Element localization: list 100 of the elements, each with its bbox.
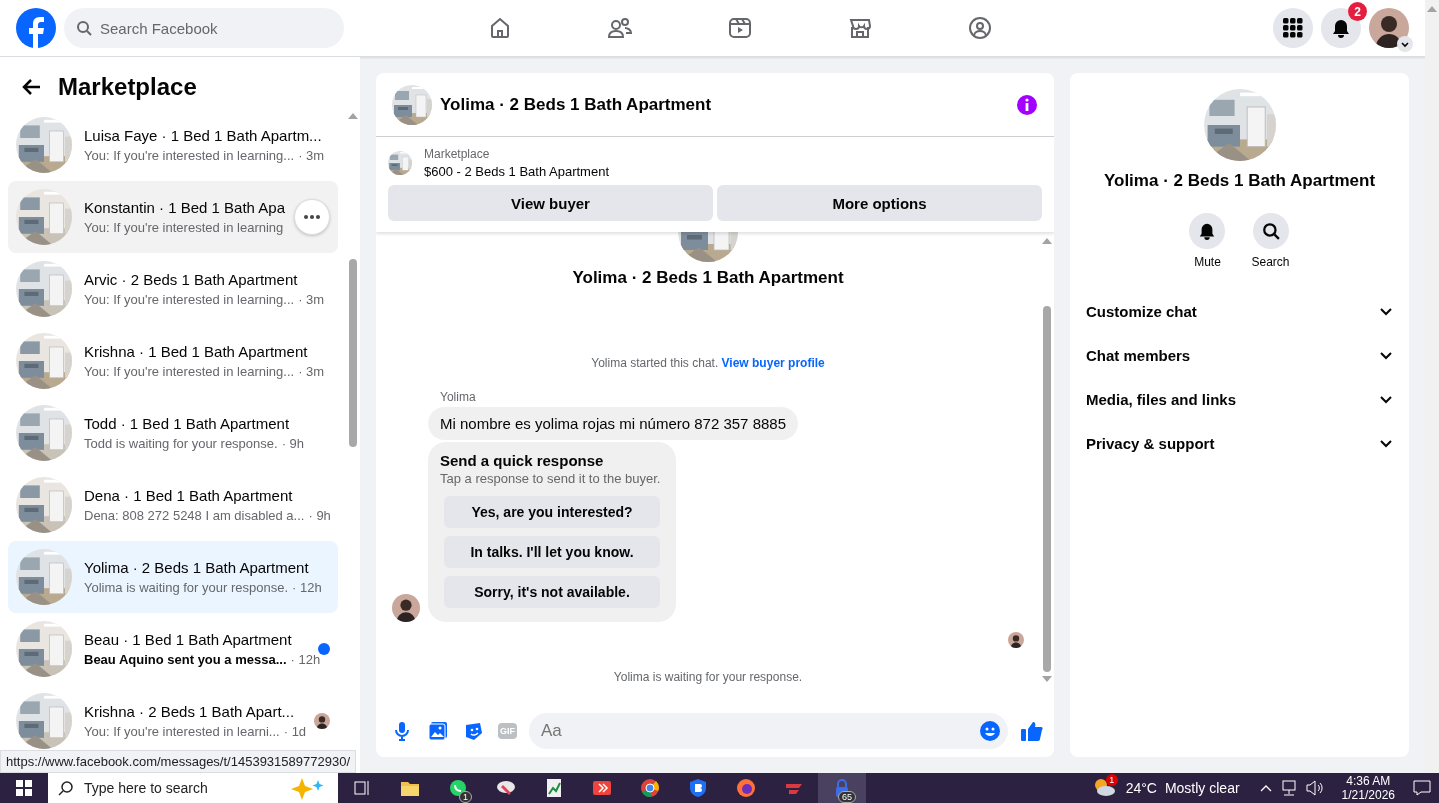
quick-reply-button[interactable]: Sorry, it's not available.	[444, 576, 660, 608]
quick-reply-button[interactable]: Yes, are you interested?	[444, 496, 660, 528]
info-icon[interactable]	[1016, 93, 1038, 116]
waiting-notice: Yolima is waiting for your response.	[612, 670, 804, 684]
page-title: Marketplace	[58, 73, 197, 101]
message-input[interactable]: Aa	[529, 713, 1008, 749]
image-icon[interactable]	[426, 719, 450, 743]
conversation-item[interactable]: Krishna · 1 Bed 1 Bath Apartment You: If you're interested in learning... · 3m	[8, 325, 338, 397]
avatar-icon	[1369, 8, 1409, 48]
sender-name: Yolima	[440, 390, 477, 404]
conversation-item[interactable]: Dena · 1 Bed 1 Bath Apartment Dena: 808 272 5248 I am disabled a... · 9h	[8, 469, 338, 541]
listing-name: $600 - 2 Beds 1 Bath Apartment	[424, 164, 609, 179]
conversation-item[interactable]: Arvic · 2 Beds 1 Bath Apartment You: If you're interested in learning... · 3m	[8, 253, 338, 325]
section-header[interactable]: Customize chat	[1078, 289, 1401, 333]
taskbar-app[interactable]: 1	[434, 773, 482, 803]
message-time: · 3m	[298, 364, 325, 379]
avatar-icon	[392, 594, 420, 622]
like-icon[interactable]	[1020, 719, 1044, 743]
conversation-name: Yolima · 2 Beds 1 Bath Apartment	[1103, 171, 1376, 191]
emoji-icon[interactable]	[980, 721, 1000, 741]
conversation-item[interactable]: Beau · 1 Bed 1 Bath Apartment Beau Aquino sent you a messa... · 12h	[8, 613, 338, 685]
message-time: · 1d	[283, 724, 307, 739]
message-time: · 12h	[290, 652, 321, 667]
search-icon	[1261, 222, 1280, 240]
section-header[interactable]: Privacy & support	[1078, 421, 1401, 465]
message-preview: You: If you're interested in learning...	[84, 292, 295, 307]
conversation-title: Arvic · 2 Beds 1 Bath Apartment	[84, 271, 299, 288]
message-preview: Beau Aquino sent you a messa...	[84, 652, 287, 667]
quick-response-hint: Tap a response to send it to the buyer.	[440, 471, 661, 486]
bell-icon	[1198, 222, 1217, 240]
message-time: · 9h	[281, 436, 305, 451]
quick-reply-button[interactable]: In talks. I'll let you know.	[444, 536, 660, 568]
clock-time: 4:36 AM	[1346, 774, 1391, 788]
weather-condition: Mostly clear	[1164, 780, 1240, 796]
unread-dot	[318, 643, 330, 655]
chat-title: Yolima · 2 Beds 1 Bath Apartment	[440, 94, 713, 115]
notifications-button[interactable]	[1321, 8, 1361, 48]
fox-icon	[736, 778, 756, 798]
buyer-profile-link[interactable]: View buyer profile	[721, 356, 825, 370]
remote-icon	[592, 778, 612, 798]
message-preview: Yolima is waiting for your response.	[84, 580, 288, 595]
message-preview: Dena: 808 272 5248 I am disabled a...	[84, 508, 305, 523]
chevron-icon[interactable]	[1397, 36, 1413, 52]
app-badge: 1	[459, 791, 472, 803]
conversation-item[interactable]: Konstantin · 1 Bed 1 Bath Apa You: If you're interested in learning	[8, 181, 338, 253]
message-preview: You: If you're interested in learning	[84, 220, 284, 235]
url-tooltip: https://www.facebook.com/messages/t/1453931589772930/	[0, 750, 356, 773]
scrollbar-thumb[interactable]	[1043, 306, 1051, 672]
conversation-item[interactable]: Luisa Faye · 1 Bed 1 Bath Apartm... You: If you're interested in learning... · 3m	[8, 109, 338, 181]
action-button[interactable]: More options	[717, 185, 1042, 221]
bell-icon	[1331, 18, 1351, 38]
taskbar-search[interactable]: Type here to search	[48, 773, 338, 803]
temperature: 24°C	[1125, 780, 1157, 796]
clock-date: 1/21/2026	[1341, 788, 1395, 802]
more-button[interactable]	[294, 199, 330, 235]
conversation-title: Todd · 1 Bed 1 Bath Apartment	[84, 415, 291, 432]
shield-icon	[688, 778, 708, 798]
avatar-icon	[314, 713, 330, 729]
conversation-title: Beau · 1 Bed 1 Bath Apartment	[84, 631, 293, 648]
message-time: · 12h	[292, 580, 322, 595]
conversation-title: Krishna · 2 Beds 1 Bath Apart...	[84, 703, 296, 720]
volume-icon[interactable]	[1305, 780, 1324, 796]
dots-icon	[304, 215, 320, 219]
avatar-icon	[1008, 632, 1024, 648]
weather-badge: 1	[1105, 774, 1118, 786]
chat-intro-title: Yolima · 2 Beds 1 Bath Apartment	[572, 268, 844, 288]
app-badge: 65	[838, 791, 856, 803]
chart-icon	[544, 778, 564, 798]
listing-label: Marketplace	[424, 147, 491, 161]
search-field[interactable]: Search Facebook	[64, 8, 344, 48]
conversation-title: Yolima · 2 Beds 1 Bath Apartment	[84, 559, 310, 576]
network-icon[interactable]	[1279, 780, 1298, 796]
section-header[interactable]: Media, files and links	[1078, 377, 1401, 421]
chat-icon	[448, 778, 468, 798]
menu-icon[interactable]	[1273, 8, 1313, 48]
chat-start-notice: Yolima started this chat. View buyer profile	[590, 356, 826, 370]
message-preview: You: If you're interested in learning...	[84, 148, 295, 163]
browser-icon	[640, 778, 660, 798]
message-time: · 9h	[308, 508, 331, 523]
conversation-title: Luisa Faye · 1 Bed 1 Bath Apartm...	[84, 127, 323, 144]
logo-icon[interactable]	[16, 8, 56, 48]
message-preview: You: If you're interested in learni...	[84, 724, 280, 739]
action-button[interactable]: View buyer	[388, 185, 713, 221]
notification-badge: 2	[1348, 2, 1367, 21]
conversation-title: Dena · 1 Bed 1 Bath Apartment	[84, 487, 294, 504]
scrollbar-thumb[interactable]	[349, 259, 357, 447]
message-preview: You: If you're interested in learning...	[84, 364, 295, 379]
notification-center-icon[interactable]	[1413, 780, 1431, 796]
taskbar-app[interactable]: 65	[818, 773, 866, 803]
message-time: · 3m	[298, 148, 325, 163]
conversation-title: Krishna · 1 Bed 1 Bath Apartment	[84, 343, 309, 360]
conversation-item[interactable]: Yolima · 2 Beds 1 Bath Apartment Yolima is waiting for your response. · 12h	[8, 541, 338, 613]
message-bubble: Mi nombre es yolima rojas mi número 872 357 8885	[428, 407, 798, 440]
section-header[interactable]: Chat members	[1078, 333, 1401, 377]
search-icon	[58, 780, 74, 796]
message-time: · 3m	[298, 292, 325, 307]
brush-icon	[496, 778, 516, 798]
caret-up-icon[interactable]	[1259, 784, 1272, 792]
message-preview: Todd is waiting for your response.	[84, 436, 278, 451]
conversation-item[interactable]: Todd · 1 Bed 1 Bath Apartment Todd is waiting for your response. · 9h	[8, 397, 338, 469]
